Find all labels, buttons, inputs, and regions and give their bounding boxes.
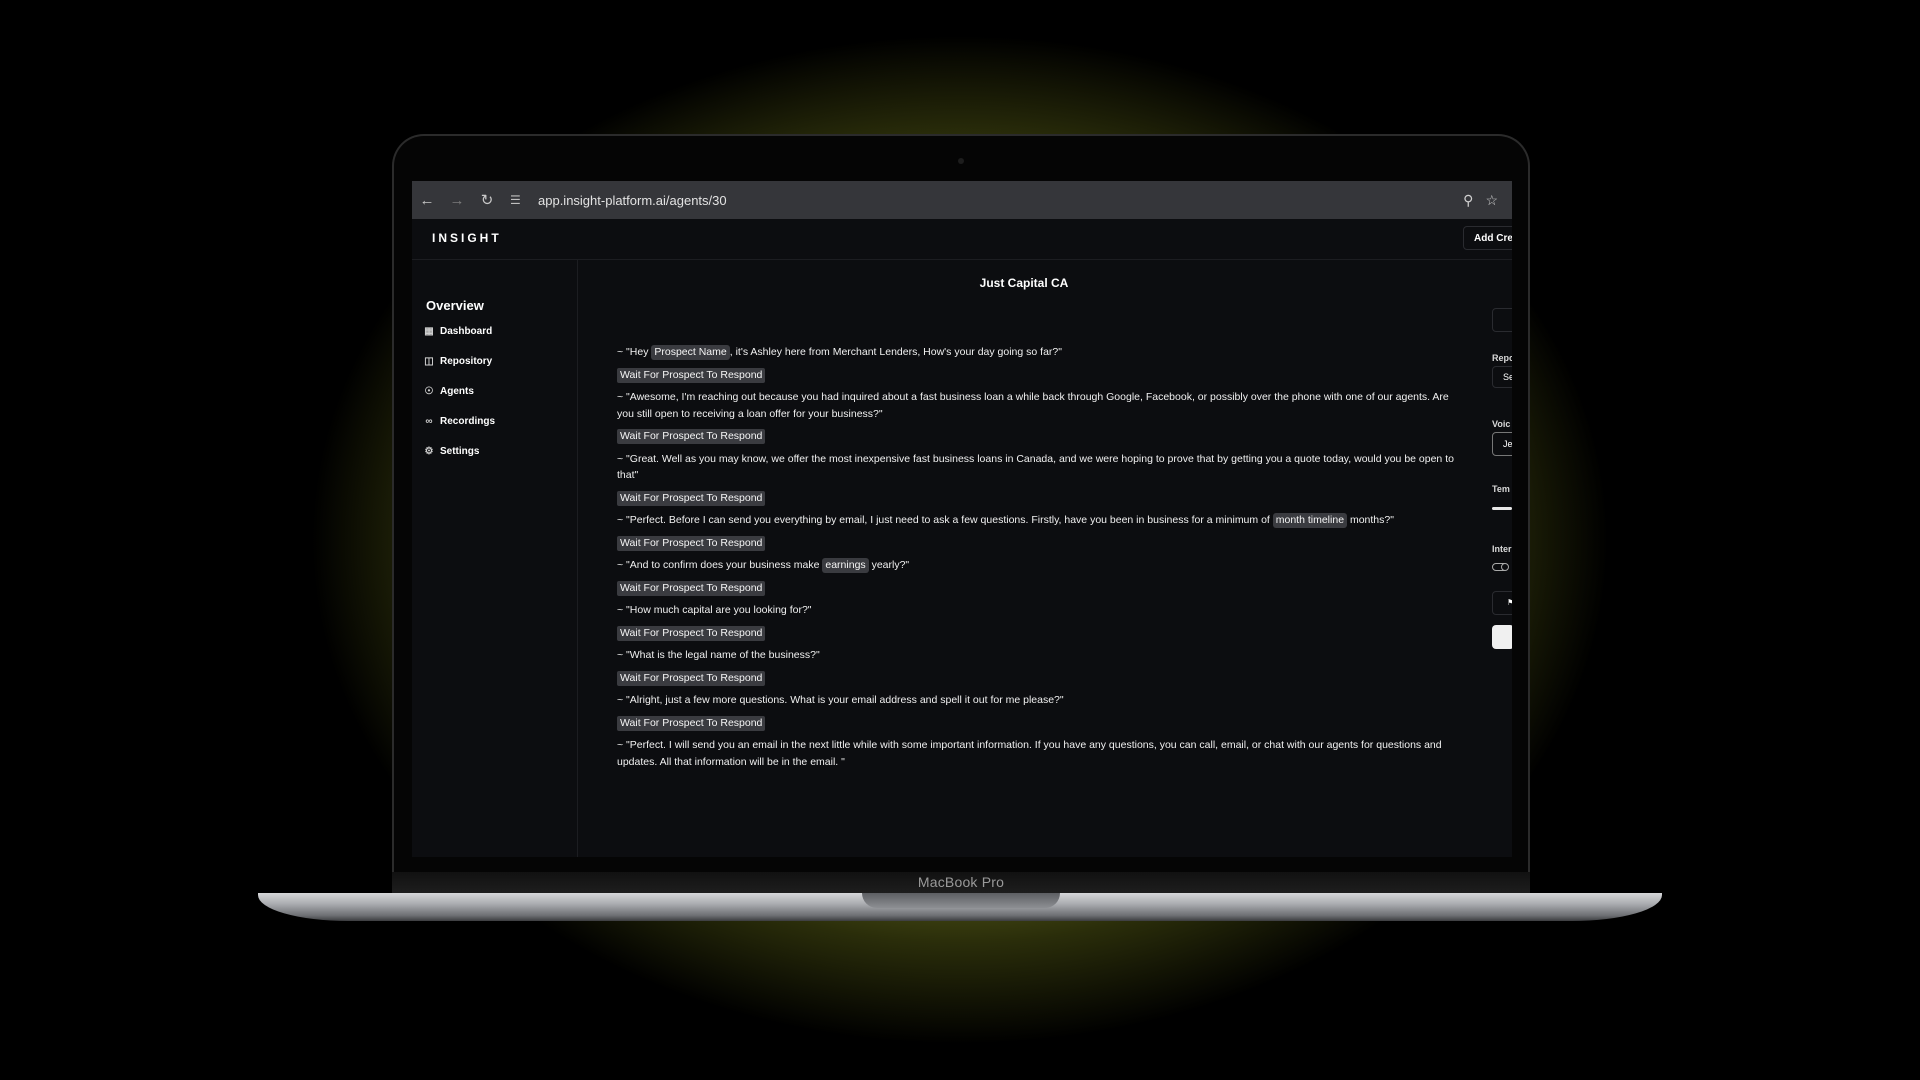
script-line: ~ "Awesome, I'm reaching out because you… (617, 391, 1449, 420)
flag-icon: ⚑ (1507, 598, 1512, 607)
variable-tag[interactable]: Prospect Name (651, 345, 730, 360)
panel-box[interactable] (1492, 308, 1512, 332)
sidebar-title: Overview (426, 298, 484, 313)
gear-icon: ⚙ (424, 446, 434, 457)
interrupt-label: Inter (1492, 544, 1512, 554)
sidebar: Overview ▦ Dashboard ◫ Repository ☉ Agen… (412, 260, 578, 857)
grid-icon: ▦ (424, 326, 434, 337)
sidebar-item-label: Repository (440, 356, 493, 367)
voice-select[interactable]: Je (1492, 432, 1512, 456)
forward-icon[interactable]: → (442, 192, 472, 209)
main-content: Just Capital CA ~ "Hey Prospect Name, it… (577, 260, 1512, 857)
panel-icon-button[interactable]: ⚑ (1492, 591, 1512, 615)
script-line: ~ "And to confirm does your business mak… (617, 558, 910, 573)
magnifier-icon[interactable]: ⚲ (1463, 192, 1473, 209)
sidebar-item-label: Settings (440, 446, 480, 457)
star-icon[interactable]: ☆ (1485, 192, 1498, 209)
reload-icon[interactable]: ↻ (472, 191, 502, 209)
headset-icon: ☉ (424, 386, 434, 397)
temperature-slider[interactable] (1492, 507, 1512, 510)
url-text: app.insight-platform.ai/agents/30 (538, 192, 727, 208)
script-line: ~ "Perfect. I will send you an email in … (617, 739, 1442, 768)
wait-block[interactable]: Wait For Prospect To Respond (617, 670, 766, 686)
call-script: ~ "Hey Prospect Name, it's Ashley here f… (617, 344, 1467, 776)
script-line: ~ "Perfect. Before I can send you everyt… (617, 513, 1394, 528)
page-title: Just Capital CA (979, 276, 1069, 290)
browser-toolbar: ← → ↻ ☰ app.insight-platform.ai/agents/3… (412, 181, 1512, 219)
sidebar-item-label: Dashboard (440, 326, 493, 337)
wait-block[interactable]: Wait For Prospect To Respond (617, 367, 766, 383)
wait-block[interactable]: Wait For Prospect To Respond (617, 535, 766, 551)
wait-block[interactable]: Wait For Prospect To Respond (617, 580, 766, 596)
sidebar-item-label: Recordings (440, 416, 496, 427)
sidebar-item-recordings[interactable]: ∞ Recordings (424, 416, 495, 427)
sidebar-item-settings[interactable]: ⚙ Settings (424, 446, 480, 457)
address-bar[interactable]: ☰ app.insight-platform.ai/agents/30 (510, 187, 1463, 213)
logo: INSIGHT (432, 231, 502, 245)
wait-block[interactable]: Wait For Prospect To Respond (617, 429, 766, 444)
variable-tag[interactable]: earnings (822, 558, 869, 573)
toggle-knob (1501, 563, 1509, 571)
wait-block[interactable]: Wait For Prospect To Respond (617, 715, 766, 731)
voice-label: Voic (1492, 419, 1511, 429)
wait-block[interactable]: Wait For Prospect To Respond (617, 625, 766, 641)
add-button[interactable]: Add Cre (1463, 226, 1512, 250)
camera (958, 158, 964, 164)
link-icon: ∞ (425, 416, 433, 427)
interrupt-toggle[interactable] (1492, 563, 1509, 571)
sidebar-item-label: Agents (440, 386, 474, 397)
tune-icon[interactable]: ☰ (510, 193, 532, 207)
script-line: ~ "Hey Prospect Name, it's Ashley here f… (617, 345, 1062, 360)
script-line: ~ "How much capital are you looking for?… (617, 604, 812, 616)
wait-block[interactable]: Wait For Prospect To Respond (617, 490, 766, 506)
temperature-label: Tem (1492, 484, 1510, 494)
laptop-screen: ← → ↻ ☰ app.insight-platform.ai/agents/3… (412, 181, 1512, 857)
script-line: ~ "Alright, just a few more questions. W… (617, 694, 1064, 706)
sidebar-item-dashboard[interactable]: ▦ Dashboard (424, 326, 492, 337)
database-icon: ◫ (424, 356, 434, 367)
script-line: ~ "What is the legal name of the busines… (617, 649, 820, 661)
laptop-notch (862, 893, 1060, 908)
repository-select[interactable]: Se (1492, 366, 1512, 388)
back-icon[interactable]: ← (412, 192, 442, 209)
variable-tag[interactable]: month timeline (1272, 513, 1348, 528)
script-line: ~ "Great. Well as you may know, we offer… (617, 452, 1454, 482)
app-header: INSIGHT Add Cre (412, 219, 1512, 260)
agent-settings-panel: Repo Se Voic Je Tem Inter ⚑ (1492, 260, 1512, 857)
sidebar-item-repository[interactable]: ◫ Repository (424, 356, 492, 367)
device-label: MacBook Pro (917, 874, 1005, 890)
repository-label: Repo (1492, 353, 1512, 363)
save-button[interactable] (1492, 625, 1512, 649)
sidebar-item-agents[interactable]: ☉ Agents (424, 386, 474, 397)
